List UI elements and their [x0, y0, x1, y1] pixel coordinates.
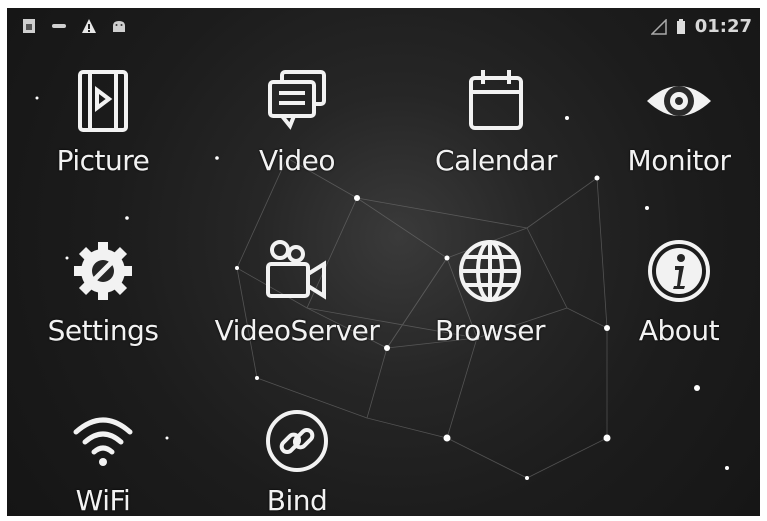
status-time: 01:27: [694, 16, 752, 37]
wifi-icon: [73, 417, 133, 466]
battery-icon: [676, 18, 685, 34]
status-bar-system: 01:27: [650, 16, 752, 37]
app-wifi[interactable]: WiFi: [18, 406, 188, 516]
app-calendar[interactable]: Calendar: [411, 66, 581, 177]
status-bar: 01:27: [7, 8, 760, 42]
launcher-screen: 01:27 Picture Video Calendar Monitor Set…: [7, 8, 760, 516]
warning-icon: [82, 19, 96, 33]
app-label: Calendar: [435, 144, 557, 177]
app-label: Picture: [56, 144, 150, 177]
minus-icon: [52, 24, 66, 28]
app-settings[interactable]: Settings: [18, 236, 188, 347]
videoserver-icon: [266, 240, 326, 300]
status-bar-notifications: [21, 18, 127, 34]
app-monitor[interactable]: Monitor: [594, 66, 760, 177]
signal-icon: [650, 18, 667, 35]
app-picture[interactable]: Picture: [18, 66, 188, 177]
video-icon: [268, 70, 326, 130]
app-label: Browser: [435, 314, 545, 347]
bind-icon: [266, 410, 328, 472]
app-label: Settings: [47, 314, 159, 347]
app-label: About: [638, 314, 720, 347]
app-videoserver[interactable]: VideoServer: [212, 236, 382, 347]
app-bind[interactable]: Bind: [212, 406, 382, 516]
app-label: Video: [259, 144, 335, 177]
app-about[interactable]: About: [594, 236, 760, 347]
about-icon: [648, 240, 710, 302]
app-label: Monitor: [627, 144, 731, 177]
settings-icon: [74, 242, 132, 300]
sim-icon: [23, 19, 35, 33]
app-label: VideoServer: [214, 314, 380, 347]
picture-icon: [78, 70, 128, 132]
app-video[interactable]: Video: [212, 66, 382, 177]
calendar-icon: [469, 70, 523, 130]
browser-icon: [459, 240, 521, 302]
android-icon: [113, 21, 125, 32]
app-label: WiFi: [75, 484, 131, 516]
monitor-icon: [647, 86, 711, 116]
app-browser[interactable]: Browser: [405, 236, 575, 347]
app-label: Bind: [266, 484, 328, 516]
